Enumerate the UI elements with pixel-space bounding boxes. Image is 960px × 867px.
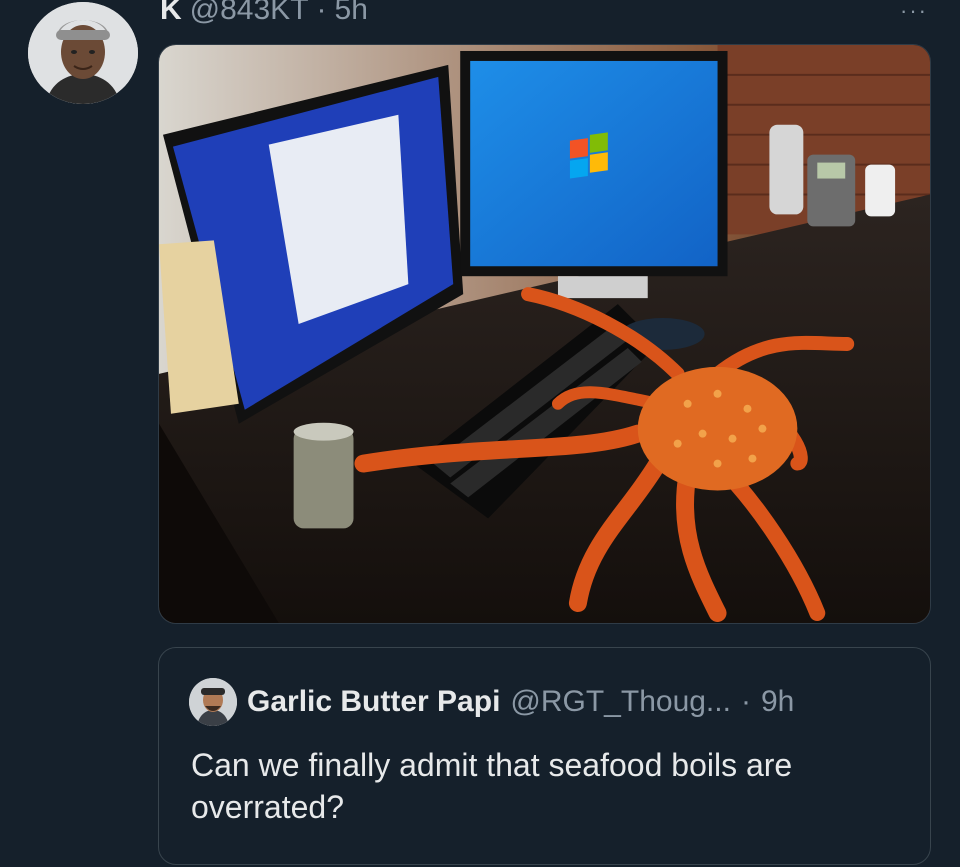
author-handle[interactable]: @843KT xyxy=(190,0,309,28)
separator-dot: · xyxy=(740,685,751,718)
quoted-tweet[interactable]: Garlic Butter Papi @RGT_Thoug... · 9h Ca… xyxy=(158,647,931,865)
quoted-author-handle[interactable]: @RGT_Thoug... xyxy=(510,685,731,719)
crab-desk-photo-icon xyxy=(159,45,930,623)
author-avatar[interactable] xyxy=(28,2,138,104)
quoted-author-name[interactable]: Garlic Butter Papi xyxy=(247,685,500,719)
quoted-tweet-timestamp[interactable]: 9h xyxy=(761,685,794,719)
quoted-tweet-text: Can we finally admit that seafood boils … xyxy=(191,747,793,825)
quoted-tweet-header: Garlic Butter Papi @RGT_Thoug... · 9h xyxy=(189,678,794,726)
tweet-photo[interactable] xyxy=(158,44,931,624)
tweet: K @843KT · 5h ··· Garlic Butter Papi @RG… xyxy=(0,0,960,867)
author-name[interactable]: K xyxy=(160,0,182,28)
more-options-icon[interactable]: ··· xyxy=(900,0,928,24)
quoted-author-avatar[interactable] xyxy=(189,678,237,726)
tweet-timestamp[interactable]: 5h xyxy=(335,0,368,28)
tweet-header: K @843KT · 5h xyxy=(160,0,368,28)
separator-dot: · xyxy=(316,0,327,26)
